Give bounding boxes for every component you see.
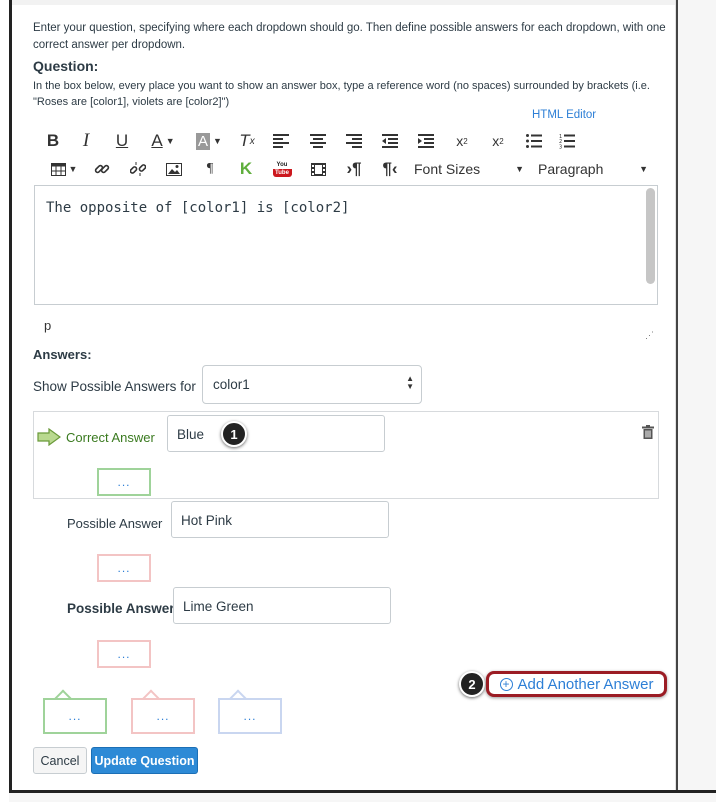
youtube-icon[interactable]: You Tube bbox=[264, 156, 300, 182]
kaltura-icon[interactable]: K bbox=[228, 156, 264, 182]
ltr-icon[interactable]: ›¶ bbox=[336, 156, 372, 182]
blank-select-value: color1 bbox=[213, 377, 250, 392]
add-another-answer-label: Add Another Answer bbox=[517, 675, 654, 693]
correct-answer-input[interactable]: Blue bbox=[167, 415, 385, 452]
outdent-icon[interactable] bbox=[372, 128, 408, 154]
font-sizes-label: Font Sizes bbox=[414, 161, 481, 177]
paragraph-select[interactable]: Paragraph ▼ bbox=[538, 156, 648, 182]
question-heading: Question: bbox=[33, 58, 99, 74]
link-icon[interactable] bbox=[84, 156, 120, 182]
frame-top-edge bbox=[0, 0, 716, 5]
correct-comments-box[interactable]: ... bbox=[43, 698, 107, 734]
background-color-icon[interactable]: A ▼ bbox=[186, 128, 232, 154]
editor-content[interactable]: The opposite of [color1] is [color2] bbox=[46, 200, 349, 216]
chevron-down-icon: ▼ bbox=[68, 164, 78, 174]
bullet-list-icon[interactable] bbox=[516, 128, 552, 154]
align-right-icon[interactable] bbox=[336, 128, 372, 154]
trash-icon[interactable] bbox=[642, 425, 654, 439]
answer-comment-button[interactable]: ... bbox=[97, 640, 151, 668]
align-center-icon[interactable] bbox=[300, 128, 336, 154]
chevron-down-icon: ▼ bbox=[639, 164, 648, 174]
show-answers-for-label: Show Possible Answers for bbox=[33, 379, 196, 394]
chevron-down-icon: ▼ bbox=[165, 136, 175, 146]
numbered-list-icon[interactable]: 123 bbox=[552, 128, 582, 154]
editor-path: p bbox=[44, 318, 52, 333]
possible-answer-input[interactable]: Lime Green bbox=[173, 587, 391, 624]
resize-grip-icon[interactable]: ⋰ bbox=[645, 330, 654, 341]
editor-scrollbar[interactable] bbox=[646, 188, 655, 284]
possible-answer-label: Possible Answer bbox=[67, 601, 175, 616]
correct-answer-label: Correct Answer bbox=[66, 430, 155, 445]
add-another-answer-button[interactable]: + Add Another Answer bbox=[486, 671, 667, 697]
clear-formatting-icon[interactable]: Tx bbox=[232, 128, 262, 154]
unlink-icon[interactable] bbox=[120, 156, 156, 182]
frame-left-edge bbox=[0, 0, 12, 802]
possible-answer-value: Hot Pink bbox=[181, 513, 233, 528]
neutral-comments-box[interactable]: ... bbox=[218, 698, 282, 734]
align-left-icon[interactable] bbox=[262, 128, 300, 154]
blank-select[interactable]: color1 ▲ ▼ bbox=[202, 365, 422, 404]
update-question-button[interactable]: Update Question bbox=[91, 747, 198, 774]
chevron-down-icon: ▼ bbox=[213, 136, 222, 146]
editor-toolbar-row-1: B I U A ▼ A ▼ Tx x2 x2 123 bbox=[38, 128, 582, 154]
youtube-logo: You Tube bbox=[272, 161, 292, 177]
answer-comment-button[interactable]: ... bbox=[97, 468, 151, 496]
image-icon[interactable] bbox=[156, 156, 192, 182]
chevron-down-icon: ▼ bbox=[515, 164, 524, 174]
correct-arrow-icon bbox=[37, 428, 61, 446]
media-icon[interactable] bbox=[300, 156, 336, 182]
incorrect-comments-box[interactable]: ... bbox=[131, 698, 195, 734]
italic-icon[interactable]: I bbox=[68, 128, 104, 154]
possible-answer-value: Lime Green bbox=[183, 599, 254, 614]
youtube-logo-top-text: You bbox=[272, 161, 292, 169]
rtl-icon[interactable]: ¶‹ bbox=[372, 156, 408, 182]
possible-answer-label: Possible Answer bbox=[67, 516, 163, 531]
correct-answer-value: Blue bbox=[177, 427, 205, 442]
svg-text:3: 3 bbox=[559, 145, 562, 150]
paragraph-label: Paragraph bbox=[538, 161, 604, 177]
editor-toolbar-row-2: ▼ ¶ K You Tube ›¶ ¶‹ Font Sizes ▼ Paragr… bbox=[44, 156, 648, 182]
frame-bottom-edge bbox=[9, 790, 716, 802]
plus-circle-icon: + bbox=[499, 677, 513, 691]
answer-comment-button[interactable]: ... bbox=[97, 554, 151, 582]
answers-heading: Answers: bbox=[33, 347, 92, 362]
html-editor-link[interactable]: HTML Editor bbox=[532, 109, 596, 121]
possible-answer-input[interactable]: Hot Pink bbox=[171, 501, 389, 538]
cancel-button[interactable]: Cancel bbox=[33, 747, 87, 774]
superscript-icon[interactable]: x2 bbox=[444, 128, 480, 154]
bold-icon[interactable]: B bbox=[38, 128, 68, 154]
instructions-text: Enter your question, specifying where ea… bbox=[33, 22, 666, 51]
callout-badge-2: 2 bbox=[459, 671, 485, 697]
callout-badge-1: 1 bbox=[221, 421, 247, 447]
table-icon[interactable]: ▼ bbox=[44, 156, 84, 182]
text-color-icon[interactable]: A ▼ bbox=[140, 128, 186, 154]
question-editor[interactable]: The opposite of [color1] is [color2] bbox=[34, 185, 658, 305]
underline-icon[interactable]: U bbox=[104, 128, 140, 154]
indent-icon[interactable] bbox=[408, 128, 444, 154]
select-arrows-icon: ▲ ▼ bbox=[406, 374, 414, 391]
font-sizes-select[interactable]: Font Sizes ▼ bbox=[414, 156, 524, 182]
subscript-icon[interactable]: x2 bbox=[480, 128, 516, 154]
pilcrow-icon[interactable]: ¶ bbox=[192, 156, 228, 182]
youtube-logo-bottom-text: Tube bbox=[275, 170, 289, 176]
question-help-text: In the box below, every place you want t… bbox=[33, 80, 650, 108]
frame-right-edge bbox=[676, 0, 716, 802]
